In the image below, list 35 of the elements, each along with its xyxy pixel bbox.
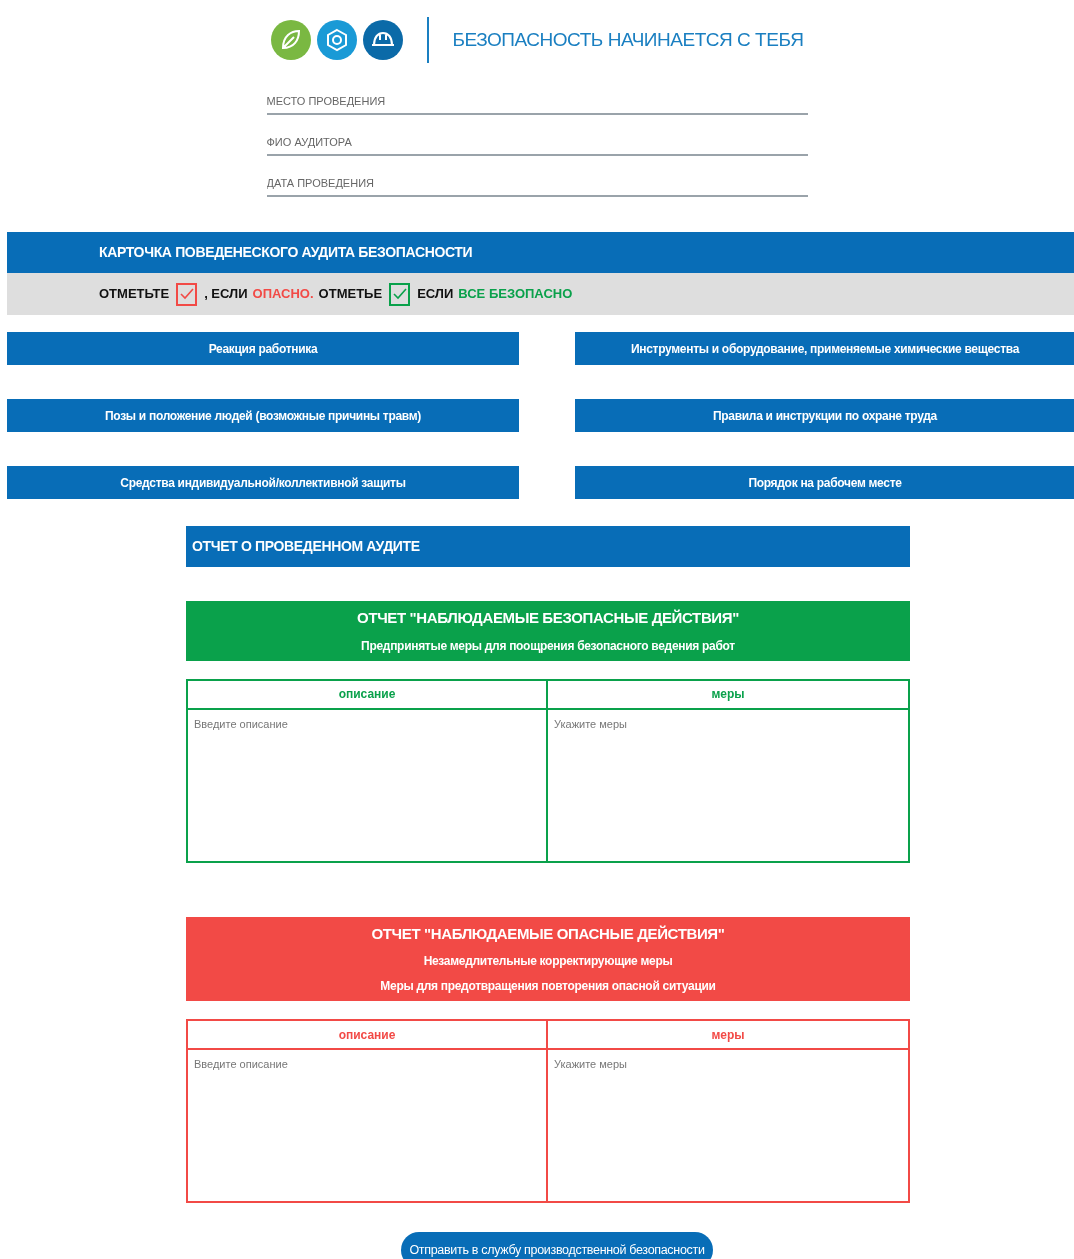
input-field[interactable]: ДАТА ПРОВЕДЕНИЯ (266, 170, 808, 197)
report-title: ОТЧЕТ О ПРОВЕДЕННОМ АУДИТЕ (192, 537, 420, 556)
submit-button[interactable]: Отправить в службу производственной безопасности (401, 1232, 713, 1259)
text-area[interactable]: Введите описание (186, 709, 548, 863)
legend-text: ОТМЕТЬТЕ (99, 285, 170, 304)
category-button[interactable]: Позы и положение людей (возможные причины травм) (7, 399, 519, 432)
section-title: ОТЧЕТ "НАБЛЮДАЕМЫЕ БЕЗОПАСНЫЕ ДЕЙСТВИЯ" (357, 608, 739, 628)
text-area[interactable]: Укажите меры (548, 1050, 910, 1203)
text-area[interactable]: Укажите меры (548, 709, 910, 863)
column-header: описание (186, 1019, 548, 1050)
column-header: меры (548, 678, 910, 710)
leaf-icon (270, 20, 311, 60)
card-title: КАРТОЧКА ПОВЕДЕНЕСКОГО АУДИТА БЕЗОПАСНОСТИ (99, 243, 473, 262)
legend-text: ОТМЕТЬЕ (318, 285, 383, 304)
column-header: меры (548, 1019, 910, 1050)
legend-text: ВСЕ БЕЗОПАСНО (458, 285, 573, 304)
section-subtitle: Меры для предотвращения повторения опасной ситуации (380, 978, 716, 995)
category-button[interactable]: Порядок на рабочем месте (575, 466, 1074, 499)
hard-hat-icon (362, 20, 403, 60)
category-button[interactable]: Средства индивидуальной/коллективной защиты (7, 466, 519, 499)
category-button[interactable]: Правила и инструкции по охране труда (575, 399, 1074, 432)
slogan: БЕЗОПАСНОСТЬ НАЧИНАЕТСЯ С ТЕБЯ (452, 27, 804, 52)
legend-text: ЕСЛИ (417, 285, 454, 304)
text-area[interactable]: Введите описание (186, 1050, 548, 1203)
section-subtitle: Предпринятые меры для поощрения безопасного ведения работ (361, 637, 735, 655)
input-field[interactable]: ФИО АУДИТОРА (266, 129, 808, 156)
hex-nut-icon (316, 20, 357, 60)
category-button[interactable]: Инструменты и оборудование, применяемые химические вещества (575, 332, 1074, 365)
legend-text: , ЕСЛИ (204, 285, 248, 304)
column-header: описание (186, 678, 548, 710)
input-field[interactable]: МЕСТО ПРОВЕДЕНИЯ (266, 88, 808, 115)
category-button[interactable]: Реакция работника (7, 332, 519, 365)
section-title: ОТЧЕТ "НАБЛЮДАЕМЫЕ ОПАСНЫЕ ДЕЙСТВИЯ" (371, 923, 725, 944)
section-subtitle: Незамедлительные корректирующие меры (423, 953, 673, 970)
legend-text: ОПАСНО. (252, 285, 314, 304)
